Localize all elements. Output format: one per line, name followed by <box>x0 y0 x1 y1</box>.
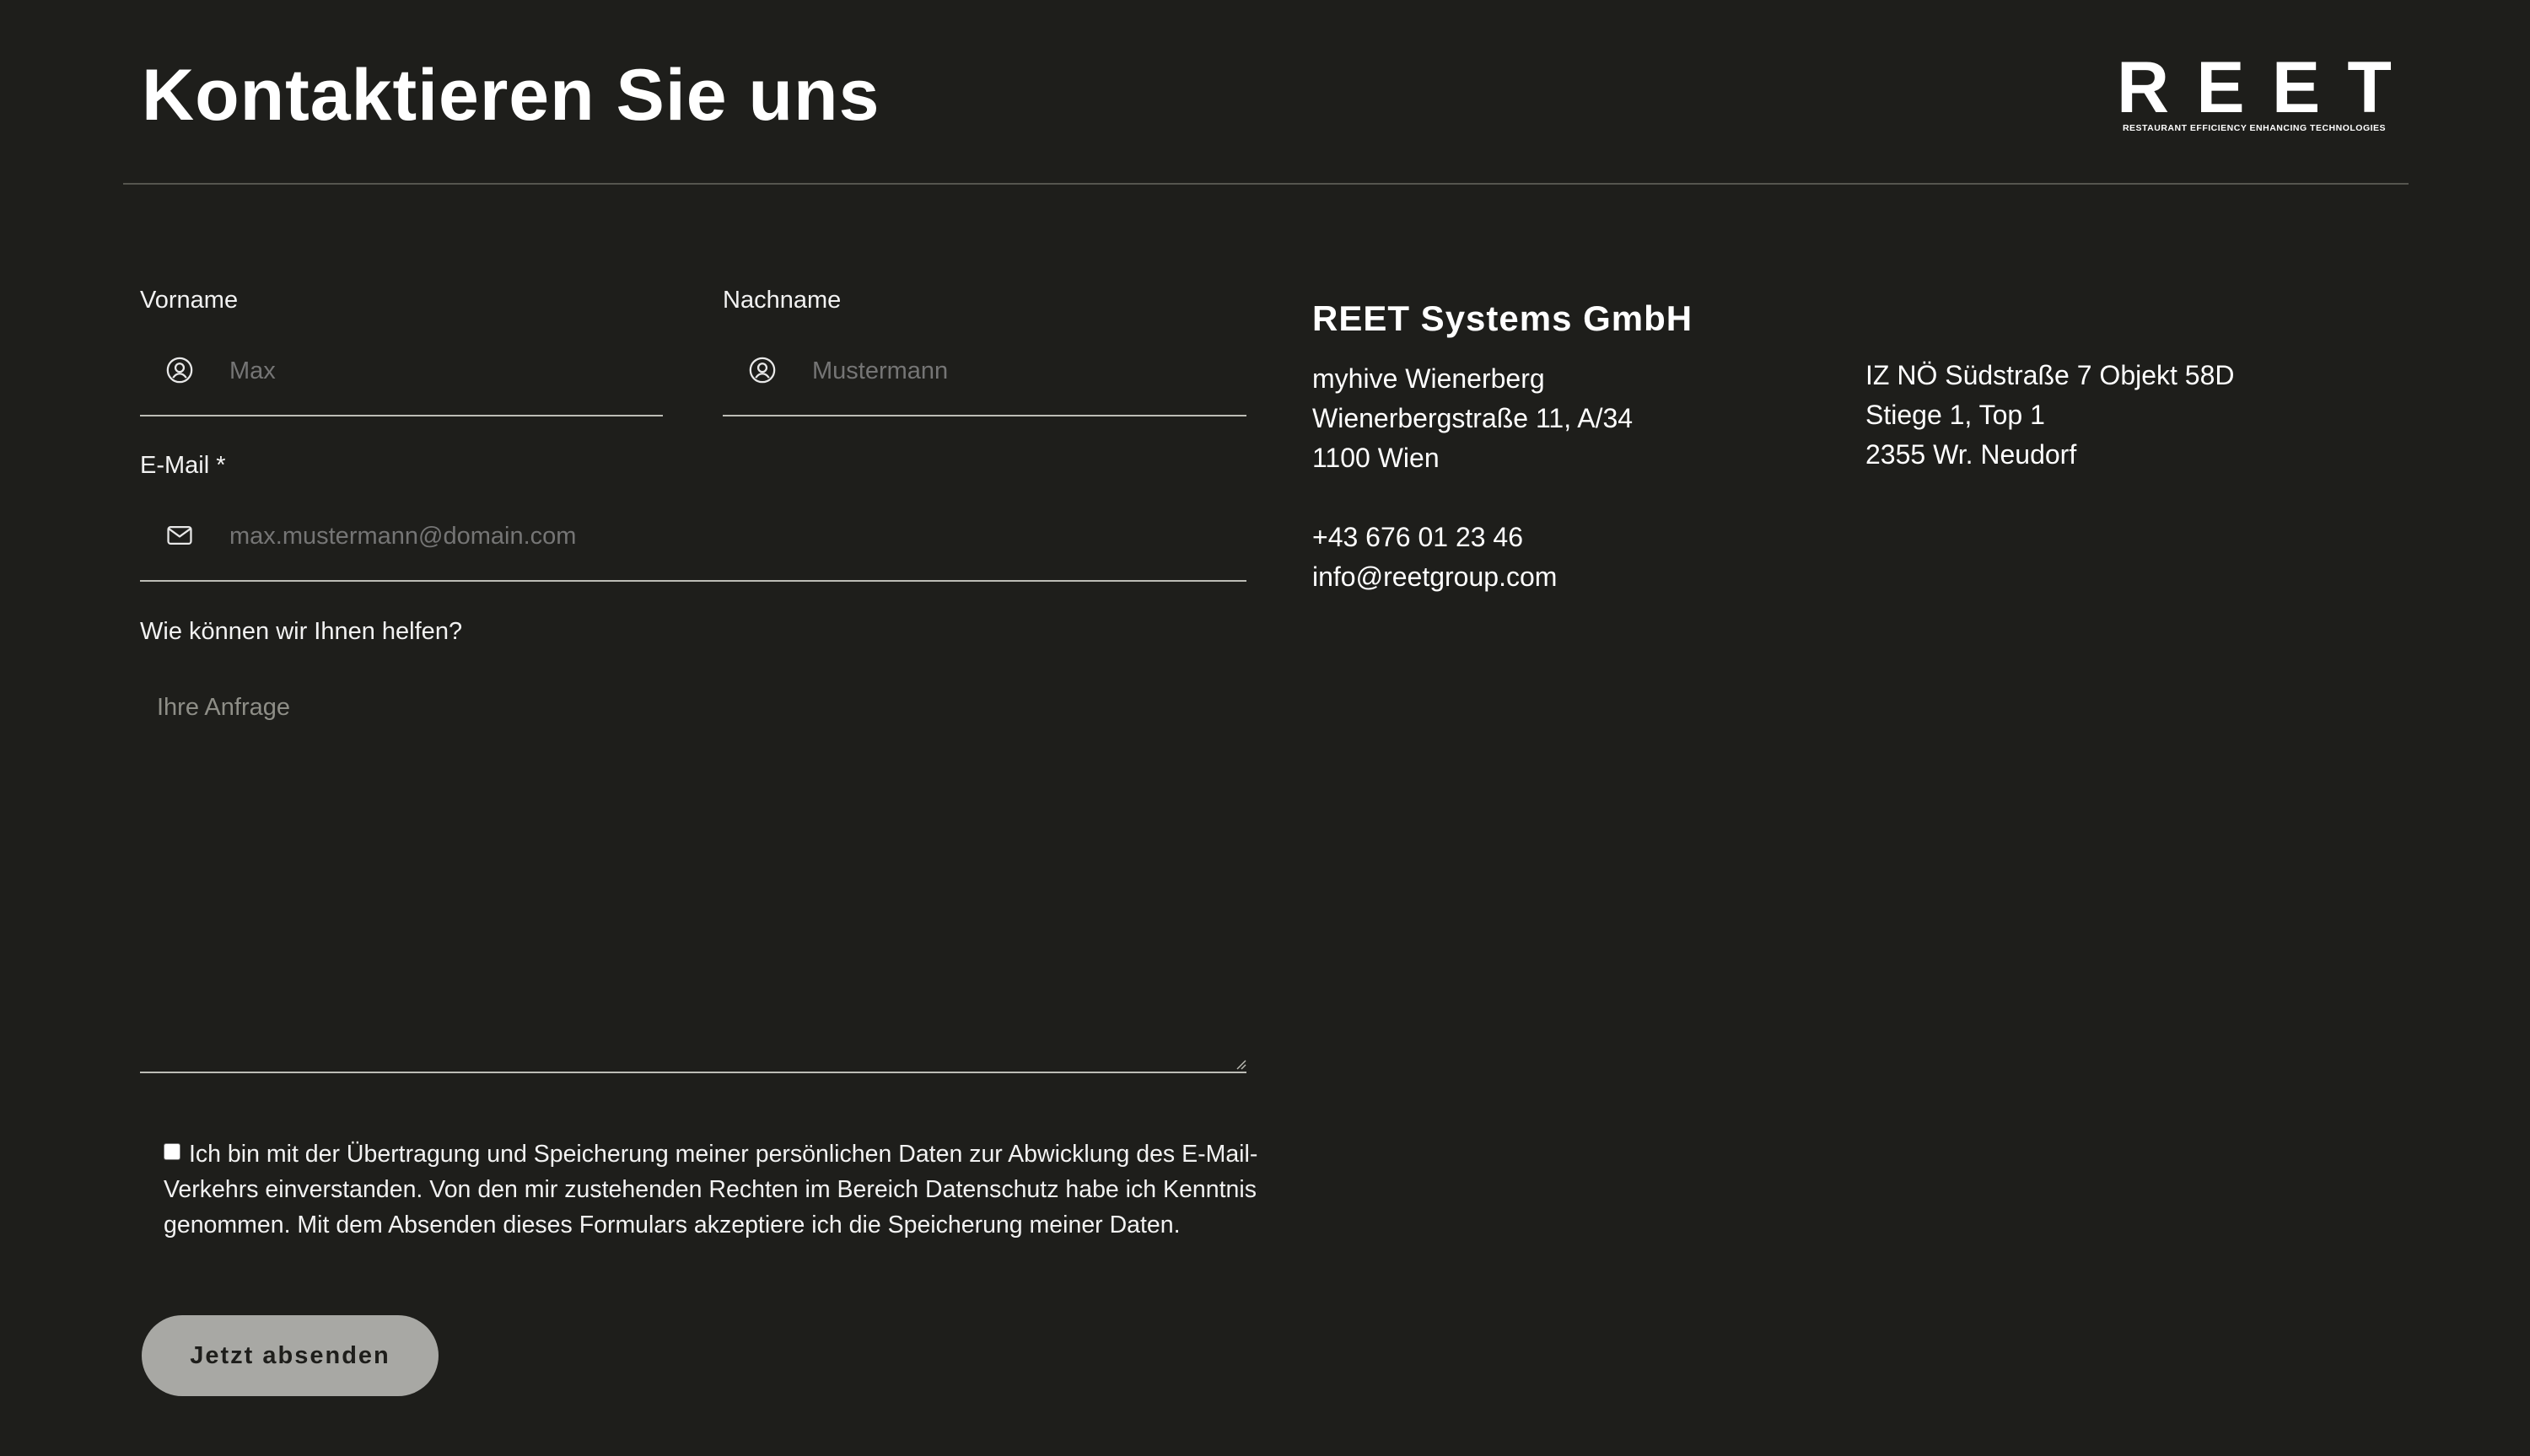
company-info: REET Systems GmbH <box>1312 295 1693 342</box>
email-link[interactable]: info@reetgroup.com <box>1312 557 1557 597</box>
company-name: REET Systems GmbH <box>1312 298 1693 338</box>
message-textarea[interactable]: Ihre Anfrage <box>140 669 1246 1073</box>
consent-checkbox[interactable] <box>164 1143 180 1160</box>
message-placeholder: Ihre Anfrage <box>157 694 290 721</box>
user-circle-icon <box>749 357 776 384</box>
first-name-input[interactable] <box>229 337 651 405</box>
resize-handle-icon[interactable] <box>1235 1058 1246 1070</box>
first-name-label: Vorname <box>140 287 239 314</box>
logo-letter: R <box>2117 47 2170 128</box>
logo-wordmark: R E E T <box>2117 47 2392 128</box>
first-name-input-row[interactable] <box>140 337 663 416</box>
envelope-icon <box>167 525 192 545</box>
contact-details: +43 676 01 23 46 info@reetgroup.com <box>1312 518 1557 597</box>
phone-link[interactable]: +43 676 01 23 46 <box>1312 518 1557 557</box>
last-name-input-row[interactable] <box>723 337 1246 416</box>
last-name-label: Nachname <box>723 287 842 314</box>
message-field: Wie können wir Ihnen helfen? Ihre Anfrag… <box>140 618 1246 1073</box>
message-label: Wie können wir Ihnen helfen? <box>140 618 463 645</box>
reet-logo[interactable]: R E E T RESTAURANT EFFICIENCY ENHANCING … <box>2117 47 2392 137</box>
address-neudorf: IZ NÖ Südstraße 7 Objekt 58D Stiege 1, T… <box>1865 356 2235 475</box>
address-line: 1100 Wien <box>1312 443 1440 473</box>
address-line: IZ NÖ Südstraße 7 Objekt 58D <box>1865 360 2235 390</box>
address-line: Wienerbergstraße 11, A/34 <box>1312 403 1634 433</box>
first-name-field: Vorname <box>140 287 663 432</box>
user-circle-icon <box>166 357 193 384</box>
consent-block: Ich bin mit der Übertragung und Speicher… <box>164 1136 1260 1243</box>
consent-text: Ich bin mit der Übertragung und Speicher… <box>164 1141 1258 1238</box>
page-header: Kontaktieren Sie uns R E E T RESTAURANT … <box>0 0 2530 185</box>
logo-letter: E <box>2196 47 2245 128</box>
submit-button[interactable]: Jetzt absenden <box>142 1315 439 1396</box>
email-label: E-Mail * <box>140 452 226 479</box>
address-line: myhive Wienerberg <box>1312 363 1545 394</box>
logo-letter: E <box>2271 47 2321 128</box>
last-name-input[interactable] <box>812 337 1234 405</box>
logo-letter: T <box>2347 47 2392 128</box>
address-line: 2355 Wr. Neudorf <box>1865 439 2077 470</box>
email-input-row[interactable] <box>140 502 1246 582</box>
header-divider <box>123 183 2409 185</box>
last-name-field: Nachname <box>723 287 1246 432</box>
logo-tagline: RESTAURANT EFFICIENCY ENHANCING TECHNOLO… <box>2122 123 2387 133</box>
page-title: Kontaktieren Sie uns <box>142 55 880 136</box>
email-input[interactable] <box>229 502 1225 570</box>
address-line: Stiege 1, Top 1 <box>1865 400 2045 430</box>
email-field: E-Mail * <box>140 452 1246 597</box>
address-wien: myhive Wienerberg Wienerbergstraße 11, A… <box>1312 359 1633 478</box>
